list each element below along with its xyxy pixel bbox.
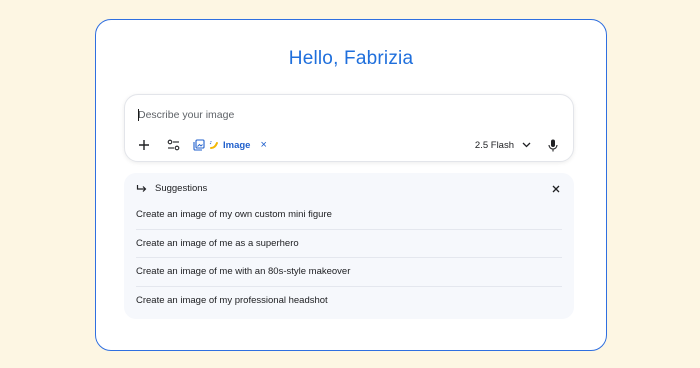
close-icon <box>552 185 560 193</box>
model-selector[interactable]: 2.5 Flash <box>475 135 531 155</box>
tools-button[interactable] <box>163 135 183 155</box>
image-tool-chip[interactable]: Image × <box>193 135 267 155</box>
prompt-toolbar: Image × 2.5 Flash <box>125 135 573 155</box>
suggestions-title: Suggestions <box>155 183 208 194</box>
suggestion-item[interactable]: Create an image of me as a superhero <box>136 230 562 258</box>
add-button[interactable] <box>134 135 154 155</box>
model-label: 2.5 Flash <box>474 139 514 151</box>
tune-icon <box>167 139 179 151</box>
redirect-arrow-icon <box>136 184 147 192</box>
suggestion-item[interactable]: Create an image of me with an 80s-style … <box>136 258 562 287</box>
plus-icon <box>139 140 149 150</box>
prompt-box[interactable]: Image × 2.5 Flash <box>124 94 574 162</box>
suggestions-panel: Suggestions Create an image of my own cu… <box>124 173 574 319</box>
main-card: Hello, Fabrizia Describe your image Imag… <box>95 19 607 351</box>
close-suggestions-button[interactable] <box>548 181 564 197</box>
microphone-icon <box>548 139 558 151</box>
chevron-down-icon <box>522 142 531 148</box>
greeting-title: Hello, Fabrizia <box>288 48 414 69</box>
microphone-button[interactable] <box>543 135 563 155</box>
image-gallery-icon <box>193 139 205 151</box>
suggestion-item[interactable]: Create an image of my own custom mini fi… <box>136 201 562 230</box>
image-chip-label: Image <box>223 139 251 151</box>
remove-image-chip-button[interactable]: × <box>260 139 266 151</box>
text-caret <box>138 109 139 121</box>
suggestions-header: Suggestions <box>136 183 207 194</box>
banana-sparkle-icon <box>209 141 218 149</box>
prompt-input[interactable] <box>138 106 558 124</box>
suggestions-list: Create an image of my own custom mini fi… <box>136 201 562 315</box>
suggestion-item[interactable]: Create an image of my professional heads… <box>136 287 562 316</box>
